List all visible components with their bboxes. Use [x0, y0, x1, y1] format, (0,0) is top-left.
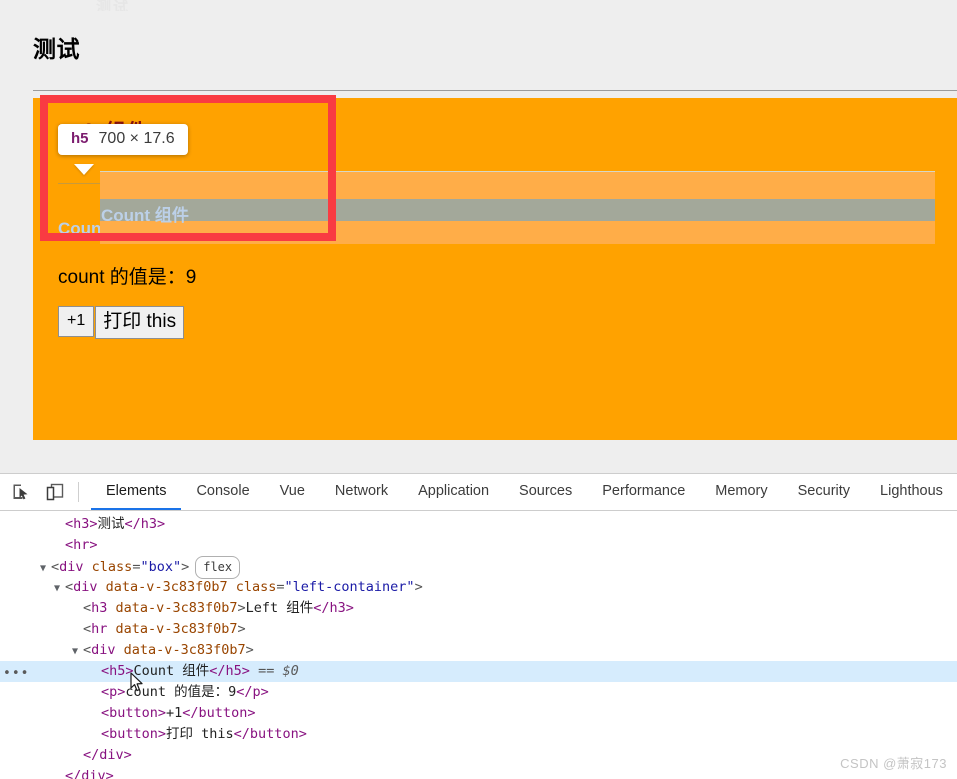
- more-options-icon[interactable]: •••: [3, 663, 29, 684]
- screenshot-root: 测试 测试 Left 组件 Count 组件 count 的值是：9 +1 打印…: [0, 0, 957, 779]
- dom-div-tag: div: [73, 579, 98, 595]
- toolbar-separator: [78, 482, 79, 502]
- dom-attr-datav: data-v-3c83f0b7: [115, 600, 238, 616]
- page-top-strip: 测试: [0, 0, 957, 16]
- dom-p-open: <p>: [101, 684, 126, 700]
- tab-memory[interactable]: Memory: [700, 474, 782, 510]
- increment-button[interactable]: +1: [58, 306, 95, 337]
- dom-h3-left-text: Left 组件: [245, 600, 314, 616]
- flex-badge[interactable]: flex: [195, 556, 241, 579]
- device-toolbar-icon[interactable]: [42, 479, 68, 505]
- dom-row-h5-selected[interactable]: ••• <h5>Count 组件</h5> == $0: [0, 661, 957, 682]
- dom-lt: <: [83, 600, 92, 616]
- expand-triangle-icon[interactable]: ▼: [54, 578, 65, 599]
- dom-button-close: </button>: [182, 705, 256, 721]
- dom-val-left-container: "left-container": [284, 579, 415, 595]
- dom-attr-datav: data-v-3c83f0b7: [123, 642, 246, 658]
- dom-h3-open: <h3>: [65, 516, 98, 532]
- dom-button-text: +1: [166, 705, 183, 721]
- dom-gt: >: [237, 621, 246, 637]
- dom-row-p-count[interactable]: <p>count 的值是：9</p>: [0, 682, 957, 703]
- browser-page-viewport: 测试 测试 Left 组件 Count 组件 count 的值是：9 +1 打印…: [0, 0, 957, 473]
- dom-dollar-zero-ref: $0: [282, 663, 299, 679]
- dom-button-open: <button>: [101, 726, 167, 742]
- dom-eqeq: ==: [258, 663, 275, 679]
- dom-div-close: </div>: [65, 768, 114, 779]
- tooltip-arrow-icon: [74, 164, 94, 175]
- dom-h3-close: </h3>: [313, 600, 354, 616]
- dom-row-h3-title[interactable]: <h3>测试</h3>: [0, 514, 957, 535]
- dom-row-h3-left[interactable]: <h3 data-v-3c83f0b7>Left 组件</h3>: [0, 598, 957, 619]
- dom-lt: <: [65, 579, 74, 595]
- tooltip-dimensions: 700 × 17.6: [98, 130, 175, 147]
- dom-row-hr-datav[interactable]: <hr data-v-3c83f0b7>: [0, 619, 957, 640]
- dom-h5-close: </h5>: [209, 663, 250, 679]
- dom-attr-datav: data-v-3c83f0b7: [105, 579, 228, 595]
- tab-application[interactable]: Application: [403, 474, 504, 510]
- dom-attr-class: class: [91, 559, 133, 575]
- dom-h5-open: <h5>: [101, 663, 134, 679]
- expand-triangle-icon[interactable]: ▼: [72, 641, 83, 662]
- count-value-paragraph: count 的值是：9: [58, 267, 197, 288]
- dom-row-div-box[interactable]: ▼ <div class="box"> flex: [0, 556, 957, 579]
- dom-p-close: </p>: [236, 684, 269, 700]
- devtools-panel: Elements Console Vue Network Application…: [0, 473, 957, 779]
- dom-h3-tag: h3: [91, 600, 108, 616]
- tab-console[interactable]: Console: [181, 474, 264, 510]
- dom-div-close: </div>: [83, 747, 132, 763]
- tab-sources[interactable]: Sources: [504, 474, 587, 510]
- tab-security[interactable]: Security: [783, 474, 865, 510]
- tab-network[interactable]: Network: [320, 474, 403, 510]
- page-divider: [33, 90, 957, 91]
- dom-gt: >: [237, 600, 246, 616]
- left-container-divider: [58, 183, 934, 184]
- dom-h3-text: 测试: [97, 516, 125, 532]
- tab-elements[interactable]: Elements: [91, 474, 182, 510]
- dom-tree[interactable]: <h3>测试</h3> <hr> ▼ <div class="box"> flex …: [0, 511, 957, 779]
- dom-row-div-close-inner[interactable]: </div>: [0, 745, 957, 766]
- devtools-element-tooltip: h5 700 × 17.6: [58, 124, 188, 155]
- dom-div-tag: div: [59, 559, 84, 575]
- page-content-area: 测试 Left 组件 Count 组件 count 的值是：9 +1 打印 th…: [20, 11, 957, 473]
- dom-row-div-close-outer[interactable]: </div>: [0, 766, 957, 779]
- dom-lt: <: [83, 621, 92, 637]
- dom-h3-close: </h3>: [124, 516, 166, 532]
- dom-attr-datav: data-v-3c83f0b7: [115, 621, 238, 637]
- dom-h5-text: Count 组件: [133, 663, 210, 679]
- devtools-toolbar: Elements Console Vue Network Application…: [0, 474, 957, 511]
- tooltip-tag-name: h5: [71, 130, 89, 147]
- tab-performance[interactable]: Performance: [587, 474, 700, 510]
- dom-attr-class: class: [235, 579, 277, 595]
- page-title: 测试: [33, 36, 80, 62]
- inspect-element-icon[interactable]: [8, 479, 34, 505]
- expand-triangle-icon[interactable]: ▼: [40, 558, 51, 579]
- csdn-watermark: CSDN @萧寂173: [840, 756, 947, 771]
- dom-lt: <: [83, 642, 92, 658]
- dom-hr-tag: <hr>: [65, 537, 98, 553]
- dom-row-div-inner[interactable]: ▼ <div data-v-3c83f0b7>: [0, 640, 957, 661]
- print-this-button[interactable]: 打印 this: [95, 306, 185, 339]
- devtools-tab-bar: Elements Console Vue Network Application…: [91, 474, 957, 510]
- dom-lt: <: [51, 559, 60, 575]
- count-component-heading: Count 组件: [58, 219, 146, 238]
- dom-hr-tag: hr: [91, 621, 108, 637]
- tab-lighthouse[interactable]: Lighthous: [865, 474, 957, 510]
- dom-row-button-print[interactable]: <button>打印 this</button>: [0, 724, 957, 745]
- dom-row-button-increment[interactable]: <button>+1</button>: [0, 703, 957, 724]
- dom-p-text: count 的值是：9: [125, 684, 237, 700]
- dom-button-close: </button>: [233, 726, 307, 742]
- dom-button-text: 打印 this: [166, 726, 234, 742]
- dom-gt: >: [414, 579, 423, 595]
- button-row: +1 打印 this: [58, 306, 185, 339]
- devtools-toolbar-icons: [0, 474, 91, 510]
- dom-row-div-left-container[interactable]: ▼ <div data-v-3c83f0b7 class="left-contai…: [0, 577, 957, 598]
- dom-gt: >: [245, 642, 254, 658]
- dom-eq: =: [276, 579, 285, 595]
- dom-row-hr[interactable]: <hr>: [0, 535, 957, 556]
- dom-button-open: <button>: [101, 705, 167, 721]
- dom-div-tag: div: [91, 642, 116, 658]
- dom-val-box: "box": [140, 559, 182, 575]
- dom-gt: >: [181, 559, 190, 575]
- tab-vue[interactable]: Vue: [265, 474, 320, 510]
